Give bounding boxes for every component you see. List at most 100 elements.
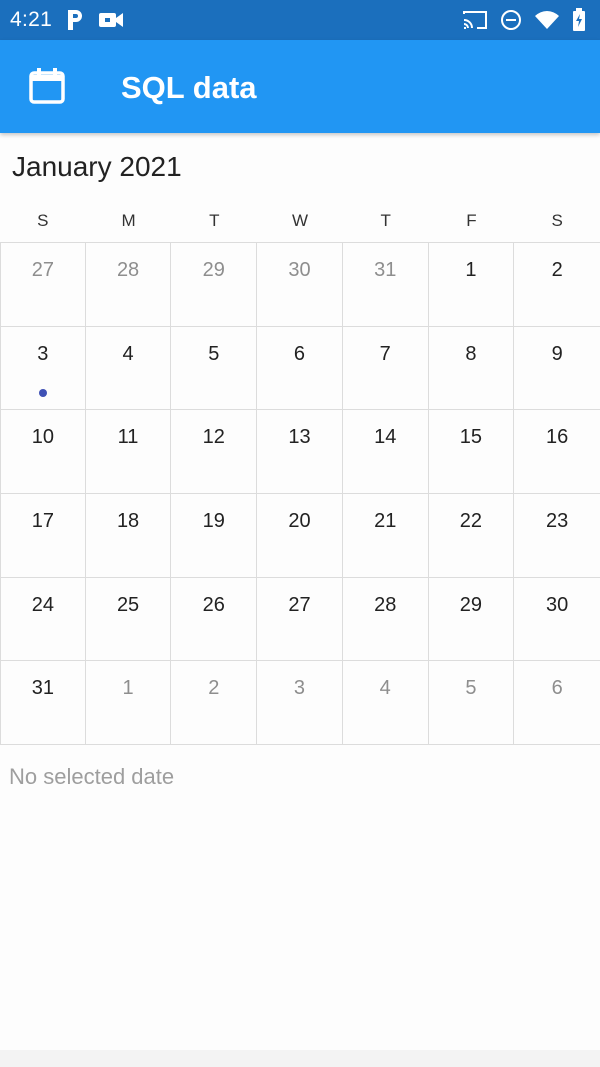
day-number: 1	[122, 677, 134, 700]
day-cell[interactable]: 1	[428, 243, 515, 327]
day-cell[interactable]: 28	[342, 577, 429, 662]
day-cell[interactable]: 22	[428, 493, 515, 578]
day-cell[interactable]: 18	[85, 493, 172, 578]
weekday-label: S	[37, 211, 49, 230]
day-number: 17	[31, 509, 54, 532]
day-cell[interactable]: 3	[0, 326, 86, 411]
day-number: 4	[379, 677, 391, 700]
day-cell[interactable]: 27	[0, 243, 86, 327]
day-number: 27	[288, 593, 311, 616]
day-cell[interactable]: 27	[257, 577, 343, 662]
status-left: 4:21	[10, 8, 124, 32]
day-number: 3	[293, 677, 306, 700]
weekday-label: T	[380, 211, 391, 230]
day-cell[interactable]: 7	[342, 326, 429, 411]
day-cell[interactable]: 23	[514, 494, 600, 578]
day-cell[interactable]: 1	[85, 661, 172, 745]
day-cell[interactable]: 24	[0, 577, 86, 662]
month-title: January 2021	[12, 151, 182, 182]
day-cell[interactable]: 20	[257, 493, 343, 578]
day-cell[interactable]: 30	[514, 578, 600, 662]
day-number: 15	[459, 426, 483, 449]
weekday-label: F	[466, 211, 477, 230]
day-cell[interactable]: 5	[428, 661, 515, 745]
calendar-grid: 27 28 29 30 31 1 2 3 4 5 6 7 8 9 10 11 12 13 14 15 16 17 18 19 2…	[0, 242, 600, 745]
weekday-label: W	[291, 211, 309, 230]
day-number: 4	[122, 342, 134, 365]
day-number: 6	[551, 677, 563, 700]
day-cell[interactable]: 8	[428, 326, 515, 411]
day-number: 21	[374, 509, 397, 532]
day-cell[interactable]: 30	[257, 243, 343, 327]
status-right	[462, 8, 586, 32]
day-number: 2	[208, 677, 220, 700]
selected-date-text: No selected date	[9, 764, 175, 789]
calendar-icon[interactable]	[28, 67, 66, 105]
day-number: 1	[465, 259, 477, 281]
day-number: 27	[31, 259, 54, 281]
status-bar: 4:21	[0, 0, 600, 40]
day-cell[interactable]: 10	[0, 410, 86, 494]
day-cell[interactable]: 6	[514, 661, 600, 745]
day-cell[interactable]: 2	[171, 661, 258, 745]
day-number: 13	[288, 426, 311, 449]
day-cell[interactable]: 21	[342, 493, 429, 578]
day-number: 10	[31, 426, 54, 449]
day-number: 18	[116, 509, 140, 532]
day-cell[interactable]: 9	[514, 327, 600, 411]
day-cell[interactable]: 3	[257, 661, 343, 745]
day-cell[interactable]: 5	[171, 326, 258, 411]
day-cell[interactable]: 19	[171, 493, 258, 578]
day-number: 29	[459, 593, 483, 616]
day-number: 7	[379, 342, 391, 365]
bottom-strip	[0, 1050, 600, 1067]
day-number: 28	[116, 259, 140, 281]
day-cell[interactable]: 26	[171, 577, 258, 662]
day-number: 25	[116, 593, 140, 616]
weekday-label: S	[551, 211, 563, 230]
day-cell[interactable]: 29	[171, 243, 258, 327]
day-cell[interactable]: 29	[428, 577, 515, 662]
day-number: 20	[288, 509, 311, 532]
day-cell[interactable]: 11	[85, 410, 172, 494]
day-cell[interactable]: 4	[342, 661, 429, 745]
cast-icon	[462, 9, 488, 31]
p-app-icon	[66, 9, 84, 31]
day-cell[interactable]: 4	[85, 326, 172, 411]
day-cell[interactable]: 17	[0, 493, 86, 578]
day-cell[interactable]: 31	[342, 243, 429, 327]
day-number: 31	[31, 677, 54, 700]
day-number: 5	[465, 677, 477, 700]
day-cell[interactable]: 14	[342, 410, 429, 494]
day-number: 19	[202, 509, 225, 532]
do-not-disturb-icon	[500, 9, 522, 31]
day-cell[interactable]: 6	[257, 326, 343, 411]
day-number: 26	[202, 593, 225, 616]
day-number: 5	[208, 342, 220, 365]
day-number: 11	[117, 426, 139, 449]
day-number: 22	[459, 509, 483, 532]
day-cell[interactable]: 28	[85, 243, 172, 327]
wifi-icon	[534, 10, 560, 30]
day-number: 3	[37, 342, 49, 365]
day-number: 31	[374, 259, 397, 281]
day-cell[interactable]: 25	[85, 577, 172, 662]
day-number: 8	[465, 342, 477, 365]
day-number: 30	[546, 593, 569, 616]
day-number: 23	[546, 509, 569, 532]
day-cell[interactable]: 31	[0, 661, 86, 745]
battery-icon	[572, 8, 586, 32]
day-number: 12	[202, 426, 225, 449]
day-cell[interactable]: 2	[514, 243, 600, 327]
day-cell[interactable]: 12	[171, 410, 258, 494]
day-cell[interactable]: 13	[257, 410, 343, 494]
app-title: SQL data	[121, 70, 257, 105]
weekday-label: M	[121, 211, 136, 230]
day-cell[interactable]: 16	[514, 410, 600, 494]
event-dot	[38, 388, 47, 397]
day-number: 28	[374, 593, 397, 616]
day-number: 24	[31, 593, 54, 616]
weekday-header: SMTWTFS	[0, 206, 600, 236]
weekday-label: T	[209, 211, 220, 230]
day-cell[interactable]: 15	[428, 410, 515, 494]
